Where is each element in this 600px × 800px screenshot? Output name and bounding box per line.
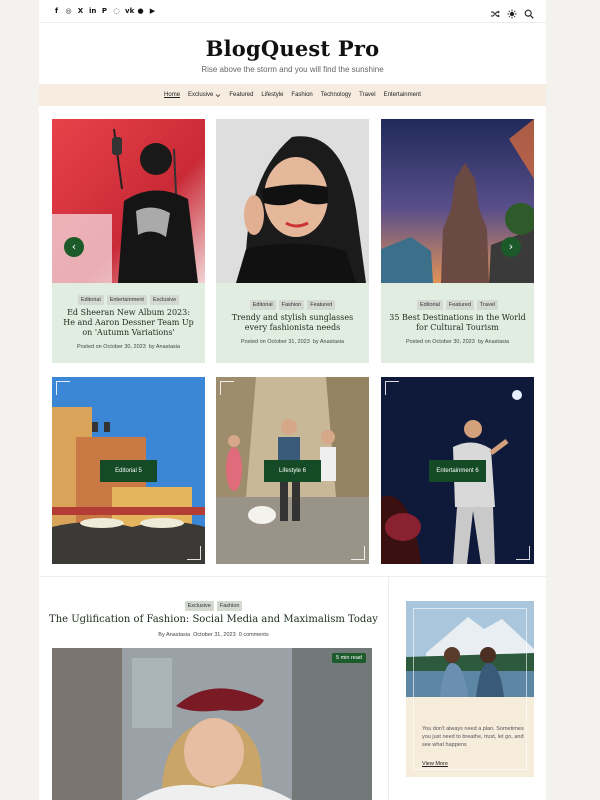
read-time-badge: 5 min read: [332, 653, 366, 663]
post-comments[interactable]: 0 comments: [239, 632, 269, 638]
site-tagline: Rise above the storm and you will find t…: [201, 65, 384, 74]
chevron-down-icon: [216, 93, 221, 97]
post-tags: Editorial Entertainment Exclusive: [52, 295, 205, 305]
post-date[interactable]: October 30, 2023: [103, 344, 146, 350]
widget-text: You don't always need a plan. Sometimes …: [422, 726, 524, 748]
tag[interactable]: Editorial: [417, 300, 443, 310]
tag[interactable]: Editorial: [249, 300, 276, 310]
site-title[interactable]: BlogQuest Pro: [39, 36, 546, 61]
instagram-icon[interactable]: ◎: [65, 7, 72, 16]
posted-on-label: Posted on: [405, 339, 431, 345]
post-date[interactable]: October 31, 2023: [193, 632, 236, 638]
by-label: by: [148, 344, 155, 350]
chevron-left-icon: ‹: [71, 240, 77, 253]
slider-card[interactable]: Editorial Fashion Featured Trendy and st…: [216, 119, 369, 363]
category-label[interactable]: Editorial 5: [100, 460, 157, 482]
tag[interactable]: Travel: [476, 300, 498, 310]
top-bar: f ◎ X in P ◌ vk ● ▶: [39, 0, 546, 23]
category-label[interactable]: Entertainment 6: [429, 460, 486, 482]
tag[interactable]: Featured: [445, 300, 474, 310]
corner-frame: [385, 381, 399, 395]
post-date[interactable]: October 30, 2023: [432, 339, 475, 345]
social-links: f ◎ X in P ◌ vk ● ▶: [53, 7, 156, 16]
category-tile[interactable]: Editorial 5: [52, 377, 205, 564]
by-label: by: [312, 339, 319, 345]
header-tools: [490, 6, 534, 19]
post-title[interactable]: Trendy and stylish sunglasses every fash…: [224, 313, 361, 333]
post-author[interactable]: Anastasia: [320, 339, 344, 345]
page: f ◎ X in P ◌ vk ● ▶ BlogQuest Pro Rise a…: [39, 0, 546, 800]
by-label: by: [477, 339, 484, 345]
tag[interactable]: Exclusive: [149, 295, 180, 305]
corner-frame: [187, 546, 201, 560]
post-title[interactable]: Ed Sheeran New Album 2023: He and Aaron …: [60, 308, 197, 338]
sidebar-widget: You don't always need a plan. Sometimes …: [406, 601, 534, 777]
tag[interactable]: Editorial: [77, 295, 104, 305]
category-label[interactable]: Lifestyle 6: [264, 460, 321, 482]
sidebar-divider: [388, 577, 389, 800]
nav-item-fashion[interactable]: Fashion: [291, 92, 312, 98]
spotify-icon[interactable]: ●: [137, 7, 144, 16]
view-more-link[interactable]: View More: [422, 761, 448, 767]
corner-frame: [56, 381, 70, 395]
nav-item-lifestyle[interactable]: Lifestyle: [261, 92, 283, 98]
facebook-icon[interactable]: f: [53, 7, 60, 16]
post-author[interactable]: Anastasia: [156, 344, 180, 350]
post-author[interactable]: Anastasia: [485, 339, 509, 345]
tag[interactable]: Featured: [307, 300, 336, 310]
post-meta: By Anastasia October 31, 2023 0 comments: [39, 632, 388, 638]
nav-item-home[interactable]: Home: [164, 92, 180, 98]
posted-on-label: Posted on: [240, 339, 266, 345]
vk-icon[interactable]: vk: [125, 7, 134, 16]
nav-item-entertainment[interactable]: Entertainment: [384, 92, 421, 98]
post-title[interactable]: The Uglification of Fashion: Social Medi…: [47, 614, 380, 625]
post-image[interactable]: [381, 119, 534, 283]
category-tile[interactable]: Lifestyle 6: [216, 377, 369, 564]
pinterest-icon[interactable]: P: [101, 7, 108, 16]
category-tile[interactable]: Entertainment 6: [381, 377, 534, 564]
by-label: By: [158, 632, 165, 638]
nav-item-label: Exclusive: [188, 92, 214, 98]
main-nav: Home Exclusive Featured Lifestyle Fashio…: [39, 84, 546, 106]
chevron-right-icon: ›: [508, 240, 514, 253]
tag[interactable]: Fashion: [278, 300, 305, 310]
post-image[interactable]: [216, 119, 369, 283]
linkedin-icon[interactable]: in: [89, 7, 96, 16]
post-author[interactable]: Anastasia: [166, 632, 190, 638]
section-divider: [39, 576, 546, 577]
nav-item-technology[interactable]: Technology: [321, 92, 351, 98]
slider-prev-button[interactable]: ‹: [64, 237, 84, 257]
post-image[interactable]: [52, 119, 205, 283]
x-icon[interactable]: X: [77, 7, 84, 16]
sun-icon[interactable]: [507, 6, 517, 19]
youtube-icon[interactable]: ▶: [149, 7, 156, 16]
nav-item-exclusive[interactable]: Exclusive: [188, 92, 221, 98]
post-meta: Posted on October 30, 2023 by Anastasia: [381, 339, 534, 345]
post-tags: Editorial Fashion Featured: [216, 300, 369, 310]
nav-item-featured[interactable]: Featured: [229, 92, 253, 98]
corner-frame: [220, 381, 234, 395]
corner-frame: [516, 546, 530, 560]
post-title[interactable]: 35 Best Destinations in the World for Cu…: [389, 313, 526, 333]
post-tags: Exclusive Fashion: [39, 601, 388, 611]
post-tags: Editorial Featured Travel: [381, 300, 534, 310]
tag[interactable]: Entertainment: [106, 295, 147, 305]
post-meta: Posted on October 30, 2023 by Anastasia: [52, 344, 205, 350]
nav-item-travel[interactable]: Travel: [359, 92, 375, 98]
search-icon[interactable]: [524, 6, 534, 19]
post-date[interactable]: October 31, 2023: [267, 339, 310, 345]
corner-frame: [351, 546, 365, 560]
posted-on-label: Posted on: [76, 344, 102, 350]
tag[interactable]: Exclusive: [184, 601, 214, 611]
post-image[interactable]: 5 min read: [52, 648, 372, 800]
shuffle-icon[interactable]: [490, 6, 500, 18]
slider-next-button[interactable]: ›: [501, 237, 521, 257]
tag[interactable]: Fashion: [216, 601, 243, 611]
whatsapp-icon[interactable]: ◌: [113, 7, 120, 16]
post-meta: Posted on October 31, 2023 by Anastasia: [216, 339, 369, 345]
